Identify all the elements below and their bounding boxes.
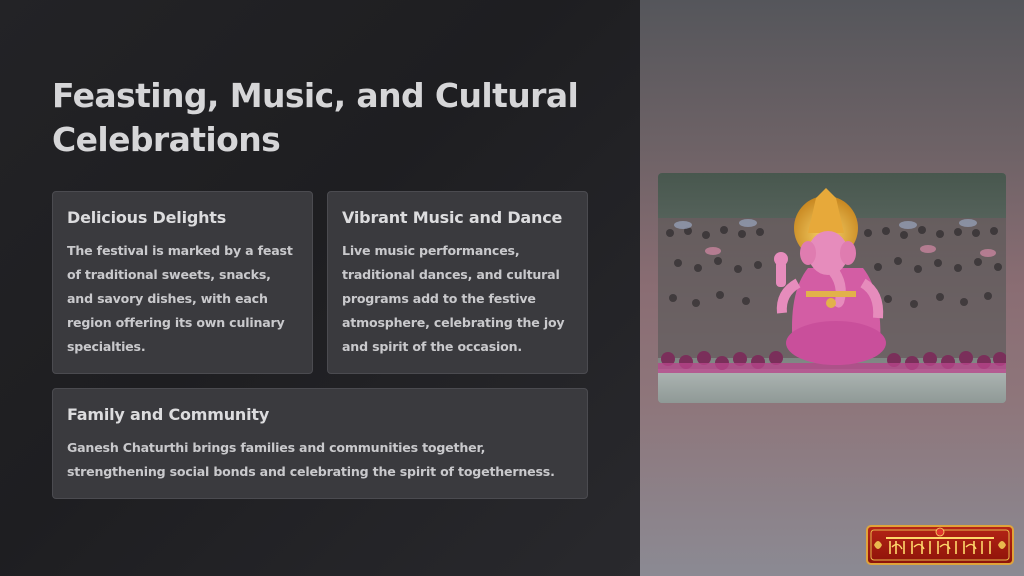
slide-title: Feasting, Music, and Cultural Celebratio… <box>52 76 579 159</box>
card-vibrant-music-and-dance: Vibrant Music and Dance Live music perfo… <box>327 191 588 374</box>
card-family-and-community: Family and Community Ganesh Chaturthi br… <box>52 388 588 499</box>
card-title: Delicious Delights <box>67 208 227 227</box>
card-title: Vibrant Music and Dance <box>342 208 563 227</box>
brand-logo <box>866 525 1014 565</box>
ganesh-immersion-photo <box>658 173 1006 403</box>
card-description: Ganesh Chaturthi brings families and com… <box>67 440 555 479</box>
card-description: The festival is marked by a feast of tra… <box>67 243 293 354</box>
card-title: Family and Community <box>67 405 270 424</box>
card-description: Live music performances, traditional dan… <box>342 243 565 354</box>
card-delicious-delights: Delicious Delights The festival is marke… <box>52 191 313 374</box>
